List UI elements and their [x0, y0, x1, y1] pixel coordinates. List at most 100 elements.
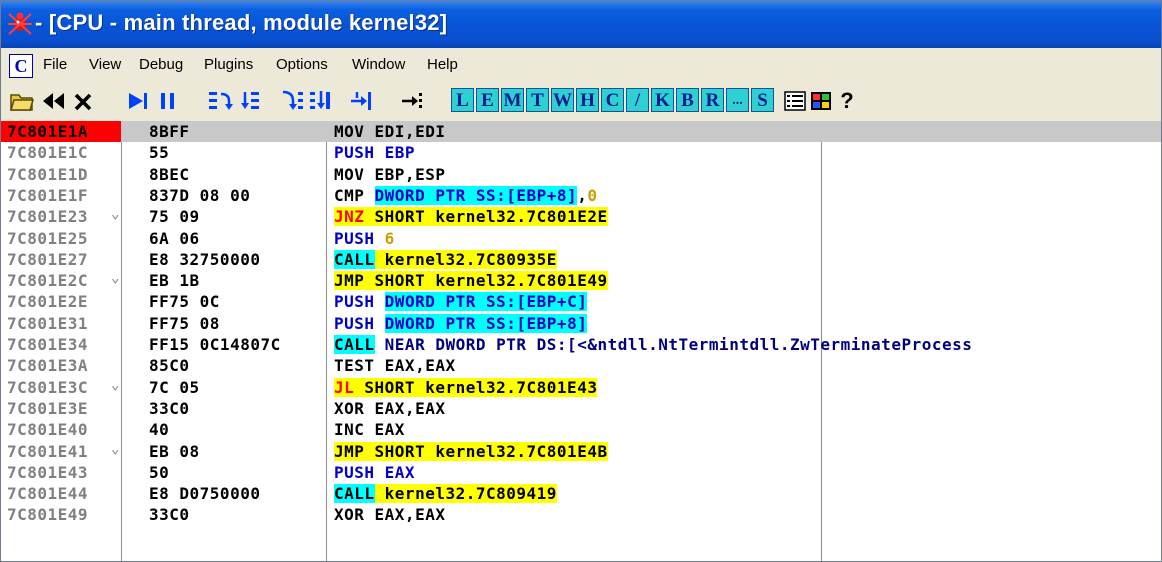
- asm-token: JMP SHORT kernel32.7C801E49: [334, 271, 608, 291]
- asm-token: DWORD PTR SS:[EBP+8]: [384, 313, 588, 333]
- menu-options[interactable]: Options: [276, 56, 328, 73]
- address: 7C801E1D: [7, 164, 89, 184]
- code-row[interactable]: 7C801E27 E8 32750000 CALL kernel32.7C80935…: [1, 249, 1161, 270]
- hex-dump: 33C0: [149, 505, 190, 525]
- title-bar[interactable]: - [CPU - main thread, module kernel32]: [1, 1, 1161, 48]
- trace-into-icon[interactable]: [279, 88, 305, 114]
- address: 7C801E41: [7, 441, 89, 461]
- asm-token: NEAR DWORD PTR DS:[<&ntdll.NtTermi: [374, 335, 730, 354]
- help-icon[interactable]: ?: [837, 88, 857, 114]
- asm-token: 0: [587, 185, 598, 205]
- restart-icon[interactable]: [41, 88, 67, 114]
- patches-button[interactable]: /: [626, 88, 649, 112]
- trace-over-icon[interactable]: [307, 88, 333, 114]
- cpu-button[interactable]: C: [601, 88, 624, 112]
- code-row[interactable]: 7C801E44 E8 D0750000 CALL kernel32.7C80941…: [1, 483, 1161, 504]
- code-row[interactable]: 7C801E1D 8BEC MOV EBP,ESP: [1, 164, 1161, 185]
- hex-dump: 40: [149, 420, 170, 440]
- goto-icon[interactable]: [399, 88, 425, 114]
- address: 7C801E34: [7, 335, 89, 354]
- asm-token: MOV EBP,ESP: [334, 164, 446, 184]
- code-row[interactable]: 7C801E1A 8BFF MOV EDI,EDI: [1, 121, 1161, 143]
- code-row[interactable]: 7C801E2E FF75 0C PUSH DWORD PTR SS:[EBP+C]: [1, 291, 1161, 312]
- address: 7C801E43: [7, 462, 89, 482]
- handles-button[interactable]: H: [576, 88, 599, 112]
- execute-till-return-icon[interactable]: [347, 88, 373, 114]
- menu-window[interactable]: Window: [352, 56, 405, 73]
- code-row[interactable]: 7C801E34 FF15 0C14807C CALL NEAR DWORD PTR…: [1, 334, 1161, 355]
- code-row[interactable]: 7C801E41 ⌄ EB 08 JMP SHORT kernel32.7C801E4…: [1, 441, 1161, 462]
- disassembly: JMP SHORT kernel32.7C801E49: [334, 271, 608, 291]
- code-row[interactable]: 7C801E23 ⌄ 75 09 JNZ SHORT kernel32.7C801E2…: [1, 206, 1161, 227]
- code-row[interactable]: 7C801E2C ⌄ EB 1B JMP SHORT kernel32.7C801E4…: [1, 270, 1161, 291]
- disassembly: PUSH DWORD PTR SS:[EBP+8]: [334, 313, 588, 333]
- list-icon[interactable]: [783, 88, 807, 114]
- disassembly: CALL NEAR DWORD PTR DS:[<&ntdll.NtTermin…: [334, 335, 972, 354]
- address: 7C801E1F: [7, 185, 89, 205]
- asm-token: CALL: [334, 335, 375, 354]
- pause-icon[interactable]: [155, 88, 181, 114]
- code-row[interactable]: 7C801E40 40 INC EAX: [1, 419, 1161, 440]
- menu-help[interactable]: Help: [427, 56, 458, 73]
- code-row[interactable]: 7C801E49 33C0 XOR EAX,EAX: [1, 504, 1161, 525]
- asm-token: PUSH: [334, 228, 385, 248]
- threads-button[interactable]: T: [526, 88, 549, 112]
- asm-token: PUSH EAX: [334, 462, 416, 482]
- references-button[interactable]: R: [701, 88, 724, 112]
- asm-token: PUSH: [334, 292, 385, 312]
- menu-view[interactable]: View: [89, 56, 121, 73]
- asm-token: XOR EAX,EAX: [334, 505, 446, 525]
- asm-token: PUSH EBP: [334, 143, 416, 163]
- cpu-window-icon[interactable]: C: [9, 54, 33, 78]
- memory-map-button[interactable]: M: [501, 88, 524, 112]
- asm-token: JMP SHORT kernel32.7C801E4B: [334, 441, 608, 461]
- call-stack-button[interactable]: K: [651, 88, 674, 112]
- asm-token: CMP: [334, 185, 375, 205]
- code-row[interactable]: 7C801E43 50 PUSH EAX: [1, 462, 1161, 483]
- menu-debug[interactable]: Debug: [139, 56, 183, 73]
- close-icon[interactable]: [71, 88, 95, 114]
- color-grid-icon[interactable]: [809, 88, 833, 114]
- disassembly: TEST EAX,EAX: [334, 356, 456, 375]
- disassembly: PUSH DWORD PTR SS:[EBP+C]: [334, 292, 588, 312]
- hex-dump: 75 09: [149, 207, 200, 227]
- code-row[interactable]: 7C801E31 FF75 08 PUSH DWORD PTR SS:[EBP+8]: [1, 313, 1161, 334]
- hex-dump: 7C 05: [149, 377, 200, 397]
- code-row[interactable]: 7C801E1F 837D 08 00 CMP DWORD PTR SS:[EBP+…: [1, 185, 1161, 206]
- windows-button[interactable]: W: [551, 88, 574, 112]
- source-button[interactable]: S: [751, 88, 774, 112]
- code-row[interactable]: 7C801E3E 33C0 XOR EAX,EAX: [1, 398, 1161, 419]
- code-row[interactable]: 7C801E25 6A 06 PUSH 6: [1, 228, 1161, 249]
- disassembly: JNZ SHORT kernel32.7C801E2E: [334, 207, 608, 227]
- address: 7C801E49: [7, 505, 89, 525]
- code-row[interactable]: 7C801E1C 55 PUSH EBP: [1, 142, 1161, 163]
- open-icon[interactable]: [9, 88, 35, 114]
- menu-file[interactable]: File: [43, 56, 67, 73]
- asm-token: DWORD PTR SS:[EBP+8]: [374, 185, 578, 205]
- code-row[interactable]: 7C801E3A 85C0 TEST EAX,EAX: [1, 355, 1161, 376]
- hex-dump: 33C0: [149, 398, 190, 418]
- asm-token: kernel32.7C809419: [374, 484, 557, 504]
- asm-token: DWORD PTR SS:[EBP+C]: [384, 292, 588, 312]
- jump-arrow-icon: ⌄: [111, 270, 120, 287]
- bug-icon: [7, 10, 33, 36]
- hex-dump: FF15 0C14807C: [149, 335, 281, 354]
- menu-plugins[interactable]: Plugins: [204, 56, 253, 73]
- disassembly: INC EAX: [334, 420, 405, 439]
- asm-token: TEST EAX,EAX: [334, 356, 456, 376]
- step-into-icon[interactable]: [207, 88, 233, 114]
- step-over-icon[interactable]: [237, 88, 263, 114]
- run-trace-button[interactable]: ...: [726, 88, 749, 112]
- executable-modules-button[interactable]: E: [476, 88, 499, 112]
- hex-dump: E8 D0750000: [149, 484, 261, 504]
- address: 7C801E2E: [7, 292, 89, 312]
- run-icon[interactable]: [125, 88, 151, 114]
- breakpoints-button[interactable]: B: [676, 88, 699, 112]
- address: 7C801E3C: [7, 377, 89, 397]
- address: 7C801E1C: [7, 143, 89, 163]
- log-window-button[interactable]: L: [451, 88, 474, 112]
- address: 7C801E25: [7, 228, 89, 248]
- disassembly-pane[interactable]: 7C801E1A 8BFF MOV EDI,EDI 7C801E1C 55 PUSH EB…: [1, 121, 1161, 561]
- disassembly: XOR EAX,EAX: [334, 505, 445, 524]
- code-row[interactable]: 7C801E3C ⌄ 7C 05 JL SHORT kernel32.7C801E43: [1, 377, 1161, 398]
